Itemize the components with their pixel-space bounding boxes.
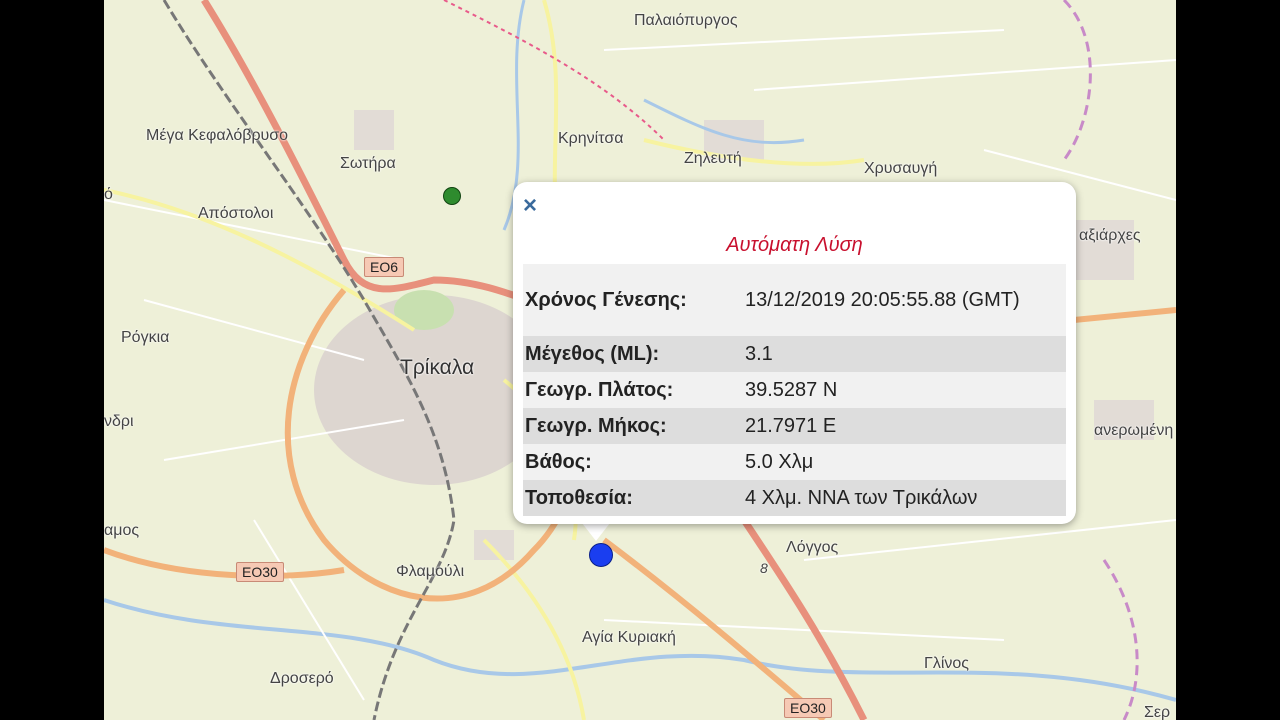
row-key: Μέγεθος (ML): — [523, 336, 743, 372]
place-label: Παλαιόπυργος — [634, 12, 738, 29]
row-value: 13/12/2019 20:05:55.88 (GMT) — [743, 264, 1066, 336]
popup-details-table: Χρόνος Γένεσης: 13/12/2019 20:05:55.88 (… — [523, 264, 1066, 516]
close-icon[interactable]: × — [523, 194, 537, 218]
place-label: Δροσερό — [270, 670, 334, 687]
road-shield: ΕΟ30 — [784, 698, 832, 718]
row-value: 21.7971 E — [743, 408, 1066, 444]
popup-title: Αυτόματη Λύση — [726, 234, 863, 256]
road-number: 8 — [760, 560, 768, 576]
place-label: νδρι — [104, 413, 134, 430]
row-value: 5.0 Χλμ — [743, 444, 1066, 480]
place-label: Κρηνίτσα — [558, 130, 624, 147]
road-shield: ΕΟ6 — [364, 257, 405, 277]
place-label: αμος — [104, 522, 140, 539]
place-label: Ζηλευτή — [684, 150, 742, 167]
place-label: Σωτήρα — [340, 155, 396, 172]
place-label: Απόστολοι — [198, 205, 274, 222]
table-row: Γεωγρ. Πλάτος: 39.5287 N — [523, 372, 1066, 408]
table-row: Χρόνος Γένεσης: 13/12/2019 20:05:55.88 (… — [523, 264, 1066, 336]
place-label: ό — [104, 186, 113, 203]
map-view[interactable]: Παλαιόπυργος Μέγα Κεφαλόβρυσο Κρηνίτσα Ζ… — [104, 0, 1176, 720]
row-value: 3.1 — [743, 336, 1066, 372]
place-label: Γλίνος — [924, 655, 969, 672]
row-key: Βάθος: — [523, 444, 743, 480]
place-label: Χρυσαυγή — [864, 160, 938, 177]
table-row: Βάθος: 5.0 Χλμ — [523, 444, 1066, 480]
earthquake-popup: × Αυτόματη Λύση Χρόνος Γένεσης: 13/12/20… — [513, 182, 1076, 524]
table-row: Τοποθεσία: 4 Χλμ. ΝΝΑ των Τρικάλων — [523, 480, 1066, 516]
place-label: Φλαμούλι — [396, 563, 465, 580]
earthquake-marker[interactable] — [443, 187, 461, 205]
place-label: Λόγγος — [786, 539, 839, 556]
place-label: Ρόγκια — [121, 329, 170, 346]
place-label-city: Τρίκαλα — [400, 356, 475, 379]
earthquake-marker-selected[interactable] — [589, 543, 613, 567]
place-label: ανερωμένη — [1094, 422, 1174, 439]
video-frame: Παλαιόπυργος Μέγα Κεφαλόβρυσο Κρηνίτσα Ζ… — [0, 0, 1280, 720]
place-label: Σερ — [1144, 704, 1171, 720]
row-key: Γεωγρ. Μήκος: — [523, 408, 743, 444]
place-label: Αγία Κυριακή — [582, 629, 676, 646]
table-row: Γεωγρ. Μήκος: 21.7971 E — [523, 408, 1066, 444]
village-area — [354, 110, 394, 150]
row-key: Χρόνος Γένεσης: — [523, 264, 743, 336]
row-value: 4 Χλμ. ΝΝΑ των Τρικάλων — [743, 480, 1066, 516]
place-label: Μέγα Κεφαλόβρυσο — [146, 127, 289, 144]
row-value: 39.5287 N — [743, 372, 1066, 408]
road-shield: ΕΟ30 — [236, 562, 284, 582]
row-key: Τοποθεσία: — [523, 480, 743, 516]
row-key: Γεωγρ. Πλάτος: — [523, 372, 743, 408]
village-area — [474, 530, 514, 560]
place-label: αξιάρχες — [1079, 227, 1141, 244]
table-row: Μέγεθος (ML): 3.1 — [523, 336, 1066, 372]
popup-tip — [582, 523, 610, 541]
